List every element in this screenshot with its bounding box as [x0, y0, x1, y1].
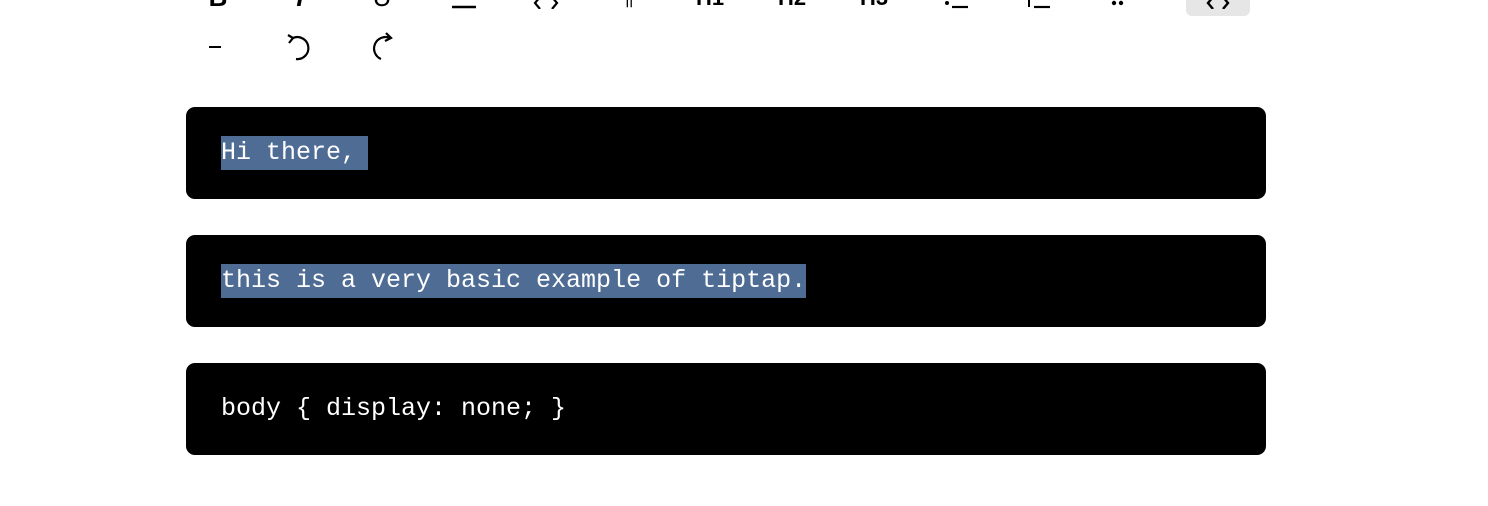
- strike-icon: [452, 5, 476, 9]
- underline-button[interactable]: U: [350, 0, 414, 16]
- code-icon: [533, 0, 559, 9]
- redo-button[interactable]: [350, 24, 414, 68]
- heading-1-icon: H1: [696, 0, 724, 9]
- toolbar-top-row: B I U ¶ H1 H2 H3: [186, 0, 1266, 16]
- paragraph-icon: ¶: [622, 0, 635, 9]
- bold-button[interactable]: B: [186, 0, 250, 16]
- ordered-list-icon: [1028, 0, 1050, 9]
- toolbar-bottom-row: [186, 24, 1266, 68]
- code-line[interactable]: Hi there,: [221, 136, 369, 170]
- code-block-icon: [1206, 0, 1230, 9]
- code-block[interactable]: body { display: none; }: [186, 363, 1266, 455]
- redo-icon: [372, 32, 393, 61]
- heading-2-icon: H2: [778, 0, 806, 9]
- code-block[interactable]: this is a very basic example of tiptap.: [186, 235, 1266, 327]
- bullet-list-button[interactable]: [924, 0, 988, 16]
- blockquote-button[interactable]: [1088, 0, 1152, 16]
- code-block-button[interactable]: [1186, 0, 1250, 16]
- underline-icon: U: [373, 0, 392, 10]
- strike-button[interactable]: [432, 0, 496, 16]
- horizontal-rule-button[interactable]: [186, 24, 250, 68]
- horizontal-rule-icon: [209, 46, 221, 48]
- heading-3-icon: H3: [860, 0, 888, 9]
- code-button[interactable]: [514, 0, 578, 16]
- undo-button[interactable]: [268, 24, 332, 68]
- ordered-list-button[interactable]: [1006, 0, 1070, 16]
- heading-2-button[interactable]: H2: [760, 0, 824, 16]
- heading-3-button[interactable]: H3: [842, 0, 906, 16]
- undo-icon: [287, 34, 310, 61]
- code-line[interactable]: body { display: none; }: [221, 392, 566, 426]
- italic-button[interactable]: I: [268, 0, 332, 16]
- bold-icon: B: [209, 0, 228, 10]
- bullet-list-icon: [945, 1, 968, 9]
- italic-icon: I: [296, 0, 303, 10]
- editor-page: B I U ¶ H1 H2 H3: [0, 0, 1488, 506]
- code-line[interactable]: this is a very basic example of tiptap.: [221, 264, 807, 298]
- code-block[interactable]: Hi there,: [186, 107, 1266, 199]
- paragraph-button[interactable]: ¶: [596, 0, 660, 16]
- blockquote-icon: [1111, 0, 1124, 6]
- heading-1-button[interactable]: H1: [678, 0, 742, 16]
